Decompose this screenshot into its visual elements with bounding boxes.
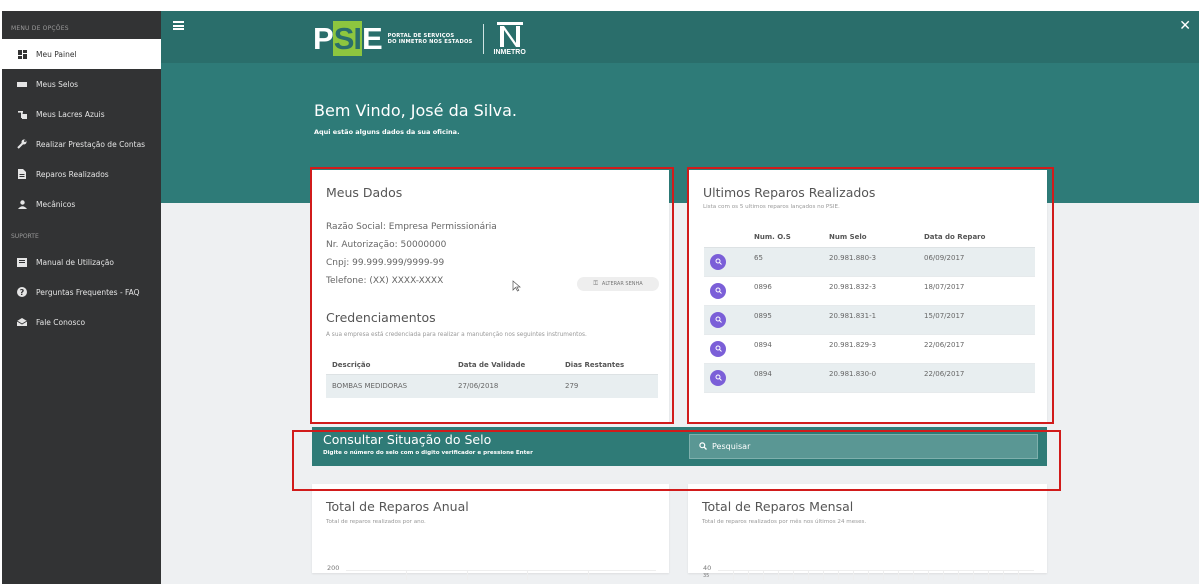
- sidebar-item-meus-selos[interactable]: Meus Selos: [2, 69, 161, 99]
- top-bar: PSIE PORTAL DE SERVIÇOS DO INMETRO NOS E…: [161, 11, 1199, 63]
- chart-mensal-y-tick: 35: [703, 573, 710, 579]
- support-heading: SUPORTE: [11, 233, 39, 240]
- sidebar-item-meus-lacres-azuis[interactable]: Meus Lacres Azuis: [2, 99, 161, 129]
- screenshot-frame: MENU DE OPÇÕES Meu Painel Meus Selos Meu…: [0, 0, 1204, 584]
- sidebar-item-label: Perguntas Frequentes - FAQ: [36, 287, 140, 297]
- padlock-icon: [17, 109, 27, 119]
- inmetro-logo: INMETRO: [494, 22, 526, 56]
- sidebar-item-fale-conosco[interactable]: Fale Conosco: [2, 307, 161, 337]
- sidebar-item-mecanicos[interactable]: Mecânicos: [2, 189, 161, 219]
- close-icon[interactable]: ✕: [1179, 19, 1191, 33]
- document-icon: [17, 169, 27, 179]
- sidebar-item-label: Manual de Utilização: [36, 257, 114, 267]
- sidebar-item-label: Realizar Prestação de Contas: [36, 139, 146, 149]
- sidebar-item-label: Meus Selos: [36, 79, 79, 89]
- sidebar-item-label: Reparos Realizados: [36, 169, 109, 179]
- chart-anual-grid-v: [406, 571, 407, 580]
- chart-anual-title: Total de Reparos Anual: [326, 499, 469, 514]
- sidebar-item-manual[interactable]: Manual de Utilização: [2, 247, 161, 277]
- chart-anual-y-tick: 200: [327, 564, 340, 572]
- chart-mensal-gridline: [718, 570, 1034, 580]
- person-icon: [17, 199, 27, 209]
- sidebar-item-faq[interactable]: ? Perguntas Frequentes - FAQ: [2, 277, 161, 307]
- book-icon: [17, 257, 27, 267]
- chart-mensal-y-tick: 40: [703, 564, 712, 572]
- chart-anual-grid-v: [467, 571, 468, 580]
- psie-logo-mark: PSIE: [313, 21, 383, 56]
- annotation-box-meus-dados: [310, 167, 674, 424]
- sidebar-item-prestacao-contas[interactable]: Realizar Prestação de Contas: [2, 129, 161, 159]
- logo-divider: [482, 24, 484, 54]
- chart-mensal-subtitle: Total de reparos realizados por mês nos …: [702, 519, 867, 525]
- inmetro-mark-icon: [496, 22, 523, 47]
- sidebar-item-reparos-realizados[interactable]: Reparos Realizados: [2, 159, 161, 189]
- sidebar: MENU DE OPÇÕES Meu Painel Meus Selos Meu…: [2, 11, 161, 584]
- sidebar-item-meu-painel[interactable]: Meu Painel: [2, 39, 161, 69]
- sidebar-item-label: Meu Painel: [36, 49, 77, 59]
- chart-anual-gridline: [346, 570, 656, 580]
- welcome-subtitle: Aqui estão alguns dados da sua oficina.: [314, 128, 460, 136]
- svg-text:?: ?: [20, 288, 25, 297]
- chart-anual-grid-v: [527, 571, 528, 580]
- sidebar-item-label: Fale Conosco: [36, 317, 86, 327]
- menu-heading: MENU DE OPÇÕES: [11, 25, 69, 32]
- sidebar-item-label: Meus Lacres Azuis: [36, 109, 105, 119]
- wrench-icon: [17, 139, 27, 149]
- chart-anual-grid-v: [588, 571, 589, 580]
- chart-mensal-title: Total de Reparos Mensal: [702, 499, 854, 514]
- chart-anual-subtitle: Total de reparos realizados por ano.: [326, 519, 426, 525]
- inmetro-text: INMETRO: [493, 49, 526, 56]
- hamburger-menu-icon[interactable]: [173, 21, 184, 30]
- sidebar-item-label: Mecânicos: [36, 199, 76, 209]
- mail-icon: [17, 317, 27, 327]
- psie-logo: PSIE PORTAL DE SERVIÇOS DO INMETRO NOS E…: [313, 21, 526, 56]
- question-icon: ?: [17, 287, 27, 297]
- welcome-title: Bem Vindo, José da Silva.: [314, 101, 518, 120]
- dashboard-icon: [17, 49, 27, 59]
- total-reparos-mensal-card: Total de Reparos Mensal Total de reparos…: [688, 484, 1047, 580]
- logo-sub-line2: DO INMETRO NOS ESTADOS: [387, 39, 473, 45]
- seal-icon: [17, 79, 27, 89]
- psie-logo-subtitle: PORTAL DE SERVIÇOS DO INMETRO NOS ESTADO…: [388, 33, 473, 45]
- annotation-box-ultimos-reparos: [687, 167, 1054, 424]
- annotation-box-consultar: [292, 430, 1061, 491]
- total-reparos-anual-card: Total de Reparos Anual Total de reparos …: [312, 484, 669, 580]
